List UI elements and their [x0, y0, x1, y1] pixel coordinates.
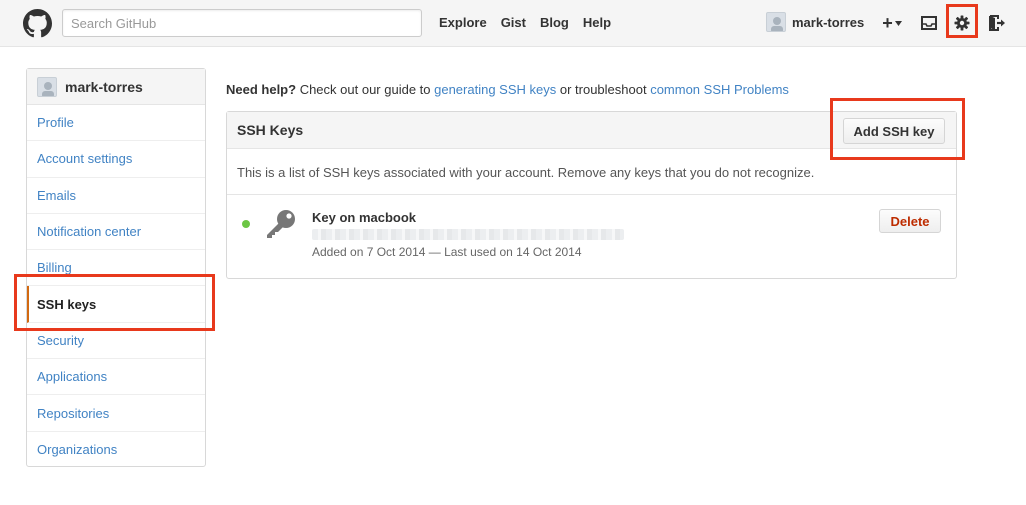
- help-text: Need help? Check out our guide to genera…: [226, 82, 789, 97]
- avatar: [37, 76, 57, 97]
- sidebar-item-profile[interactable]: Profile: [27, 105, 205, 142]
- key-icon: [267, 210, 295, 238]
- sign-out-button[interactable]: [987, 11, 1007, 35]
- sign-out-icon: [988, 15, 1005, 31]
- search-input[interactable]: [62, 9, 422, 37]
- avatar: [766, 12, 786, 32]
- panel-title: SSH Keys: [237, 122, 304, 138]
- create-new-menu[interactable]: +: [879, 11, 905, 35]
- top-nav: Explore Gist Blog Help: [439, 15, 611, 30]
- sidebar-item-emails[interactable]: Emails: [27, 178, 205, 214]
- help-lead: Need help?: [226, 82, 297, 97]
- panel-description: This is a list of SSH keys associated wi…: [227, 149, 956, 195]
- plus-icon: +: [882, 12, 893, 33]
- common-ssh-problems-link[interactable]: common SSH Problems: [650, 82, 789, 97]
- user-profile-link[interactable]: mark-torres: [766, 12, 864, 32]
- top-header: Explore Gist Blog Help mark-torres +: [0, 0, 1026, 47]
- add-ssh-key-button[interactable]: Add SSH key: [843, 118, 945, 144]
- key-title: Key on macbook: [312, 210, 417, 225]
- nav-gist[interactable]: Gist: [501, 15, 526, 30]
- inbox-icon: [921, 16, 937, 30]
- help-text-1: Check out our guide to: [296, 82, 435, 97]
- key-status-indicator: [242, 220, 250, 228]
- delete-key-button[interactable]: Delete: [879, 209, 941, 233]
- key-meta: Added on 7 Oct 2014 — Last used on 14 Oc…: [312, 245, 582, 259]
- caret-down-icon: [894, 20, 902, 26]
- settings-sidebar: mark-torres Profile Account settings Ema…: [26, 68, 206, 467]
- nav-blog[interactable]: Blog: [540, 15, 569, 30]
- sidebar-item-account-settings[interactable]: Account settings: [27, 141, 205, 178]
- nav-explore[interactable]: Explore: [439, 15, 487, 30]
- panel-header: SSH Keys Add SSH key: [227, 112, 956, 149]
- sidebar-item-organizations[interactable]: Organizations: [27, 432, 205, 468]
- generating-ssh-keys-link[interactable]: generating SSH keys: [434, 82, 556, 97]
- settings-button[interactable]: [951, 11, 973, 35]
- ssh-keys-panel: SSH Keys Add SSH key This is a list of S…: [226, 111, 957, 279]
- sidebar-header: mark-torres: [27, 69, 205, 105]
- sidebar-username: mark-torres: [65, 78, 143, 95]
- sidebar-item-billing[interactable]: Billing: [27, 250, 205, 287]
- sidebar-item-applications[interactable]: Applications: [27, 359, 205, 396]
- nav-help[interactable]: Help: [583, 15, 611, 30]
- sidebar-item-security[interactable]: Security: [27, 323, 205, 360]
- notifications-button[interactable]: [919, 11, 939, 35]
- key-fingerprint-redacted: [312, 229, 624, 240]
- header-username: mark-torres: [792, 14, 865, 30]
- gear-icon: [954, 15, 970, 31]
- github-octocat-icon[interactable]: [23, 9, 52, 38]
- sidebar-item-repositories[interactable]: Repositories: [27, 395, 205, 432]
- sidebar-item-notification-center[interactable]: Notification center: [27, 214, 205, 251]
- ssh-key-row: Key on macbook Added on 7 Oct 2014 — Las…: [227, 195, 956, 278]
- sidebar-item-ssh-keys[interactable]: SSH keys: [27, 286, 205, 323]
- help-text-2: or troubleshoot: [556, 82, 651, 97]
